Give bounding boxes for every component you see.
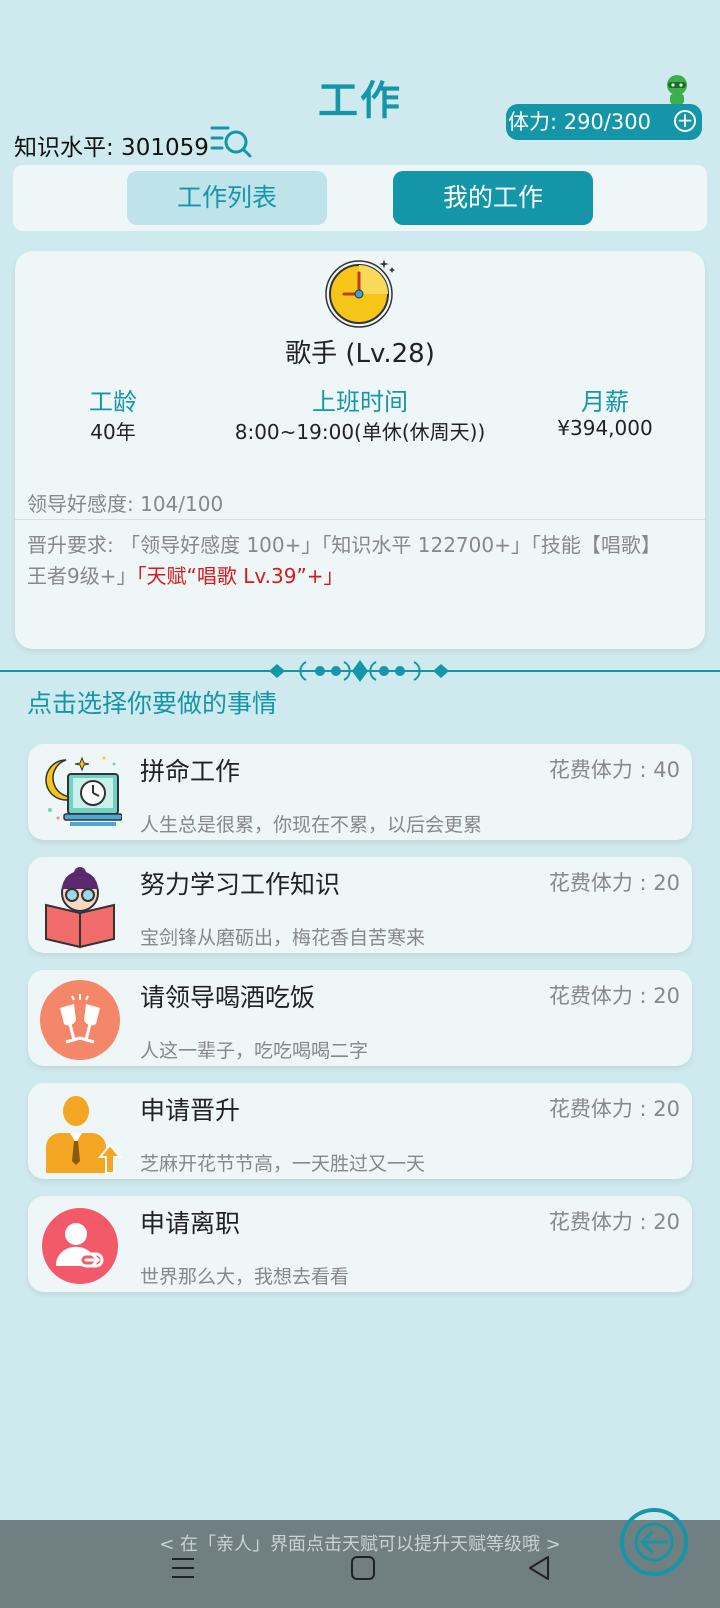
stamina-value: 体力: 290/300 bbox=[508, 110, 651, 134]
card-divider bbox=[15, 519, 705, 520]
action-item-resign[interactable]: 申请离职 花费体力 : 20 世界那么大，我想去看看 bbox=[28, 1196, 692, 1292]
ornament-divider bbox=[0, 660, 720, 682]
promotion-talent-requirement: 「天赋“唱歌 Lv.39”+」 bbox=[136, 564, 344, 588]
action-name: 申请离职 bbox=[140, 1209, 241, 1238]
resign-user-icon bbox=[42, 1208, 118, 1284]
knowledge-level: 知识水平: 301059 bbox=[14, 135, 209, 161]
action-desc: 人这一辈子，吃吃喝喝二字 bbox=[140, 1040, 369, 1062]
tab-job-list[interactable]: 工作列表 bbox=[127, 171, 327, 225]
leader-favor: 领导好感度: 104/100 bbox=[27, 492, 224, 516]
arrow-left-icon bbox=[634, 1522, 674, 1562]
ninja-avatar-icon[interactable] bbox=[660, 72, 694, 106]
action-name: 请领导喝酒吃饭 bbox=[140, 983, 316, 1012]
action-item-treat-leader[interactable]: 请领导喝酒吃饭 花费体力 : 20 人这一辈子，吃吃喝喝二字 bbox=[28, 970, 692, 1066]
section-title: 点击选择你要做的事情 bbox=[27, 689, 278, 718]
stamina-bar[interactable]: 体力: 290/300 + bbox=[506, 104, 702, 140]
action-item-study[interactable]: 努力学习工作知识 花费体力 : 20 宝剑锋从磨砺出，梅花香自苦寒来 bbox=[28, 857, 692, 953]
action-name: 努力学习工作知识 bbox=[140, 870, 341, 899]
salary-label: 月薪 bbox=[581, 388, 629, 416]
action-cost: 花费体力 : 20 bbox=[548, 1097, 680, 1121]
back-nav-icon[interactable] bbox=[526, 1555, 552, 1581]
action-cost: 花费体力 : 20 bbox=[548, 871, 680, 895]
action-item-request-promotion[interactable]: 申请晋升 花费体力 : 20 芝麻开花节节高，一天胜过又一天 bbox=[28, 1083, 692, 1179]
salary-value: ¥394,000 bbox=[557, 416, 653, 440]
action-desc: 世界那么大，我想去看看 bbox=[140, 1266, 350, 1288]
promotion-requirement-text: 晋升要求: 「领导好感度 100+」「知识水平 122700+」「技能【唱歌】王… bbox=[27, 533, 661, 588]
action-cost: 花费体力 : 20 bbox=[548, 984, 680, 1008]
promotion-requirements: 晋升要求: 「领导好感度 100+」「知识水平 122700+」「技能【唱歌】王… bbox=[27, 530, 667, 592]
study-book-icon bbox=[45, 867, 115, 949]
footer-tip: < 在「亲人」界面点击天赋可以提升天赋等级哦 > bbox=[159, 1534, 561, 1555]
action-cost: 花费体力 : 20 bbox=[548, 1210, 680, 1234]
action-name: 申请晋升 bbox=[140, 1096, 241, 1125]
tab-bar: 工作列表 我的工作 bbox=[13, 165, 707, 231]
job-title: 歌手 (Lv.28) bbox=[285, 339, 435, 369]
toast-glasses-icon bbox=[40, 980, 120, 1060]
add-stamina-icon[interactable]: + bbox=[674, 110, 696, 132]
action-desc: 人生总是很累，你现在不累，以后会更累 bbox=[140, 814, 483, 836]
seniority-value: 40年 bbox=[90, 420, 136, 444]
promotion-person-icon bbox=[46, 1096, 122, 1174]
back-button[interactable] bbox=[620, 1508, 688, 1576]
action-name: 拼命工作 bbox=[140, 757, 241, 786]
work-hours-label: 上班时间 bbox=[312, 388, 408, 416]
home-icon[interactable] bbox=[350, 1555, 376, 1581]
menu-icon[interactable] bbox=[170, 1555, 196, 1581]
action-cost: 花费体力 : 40 bbox=[548, 758, 680, 782]
search-list-icon[interactable] bbox=[210, 122, 254, 162]
action-item-work-hard[interactable]: 拼命工作 花费体力 : 40 人生总是很累，你现在不累，以后会更累 bbox=[28, 744, 692, 840]
action-desc: 宝剑锋从磨砺出，梅花香自苦寒来 bbox=[140, 927, 426, 949]
clock-icon bbox=[325, 259, 395, 328]
action-desc: 芝麻开花节节高，一天胜过又一天 bbox=[140, 1153, 426, 1175]
work-hours-value: 8:00~19:00(单休(休周天)) bbox=[234, 420, 486, 444]
night-work-icon bbox=[45, 756, 122, 826]
seniority-label: 工龄 bbox=[89, 388, 137, 416]
tab-my-job[interactable]: 我的工作 bbox=[393, 171, 593, 225]
